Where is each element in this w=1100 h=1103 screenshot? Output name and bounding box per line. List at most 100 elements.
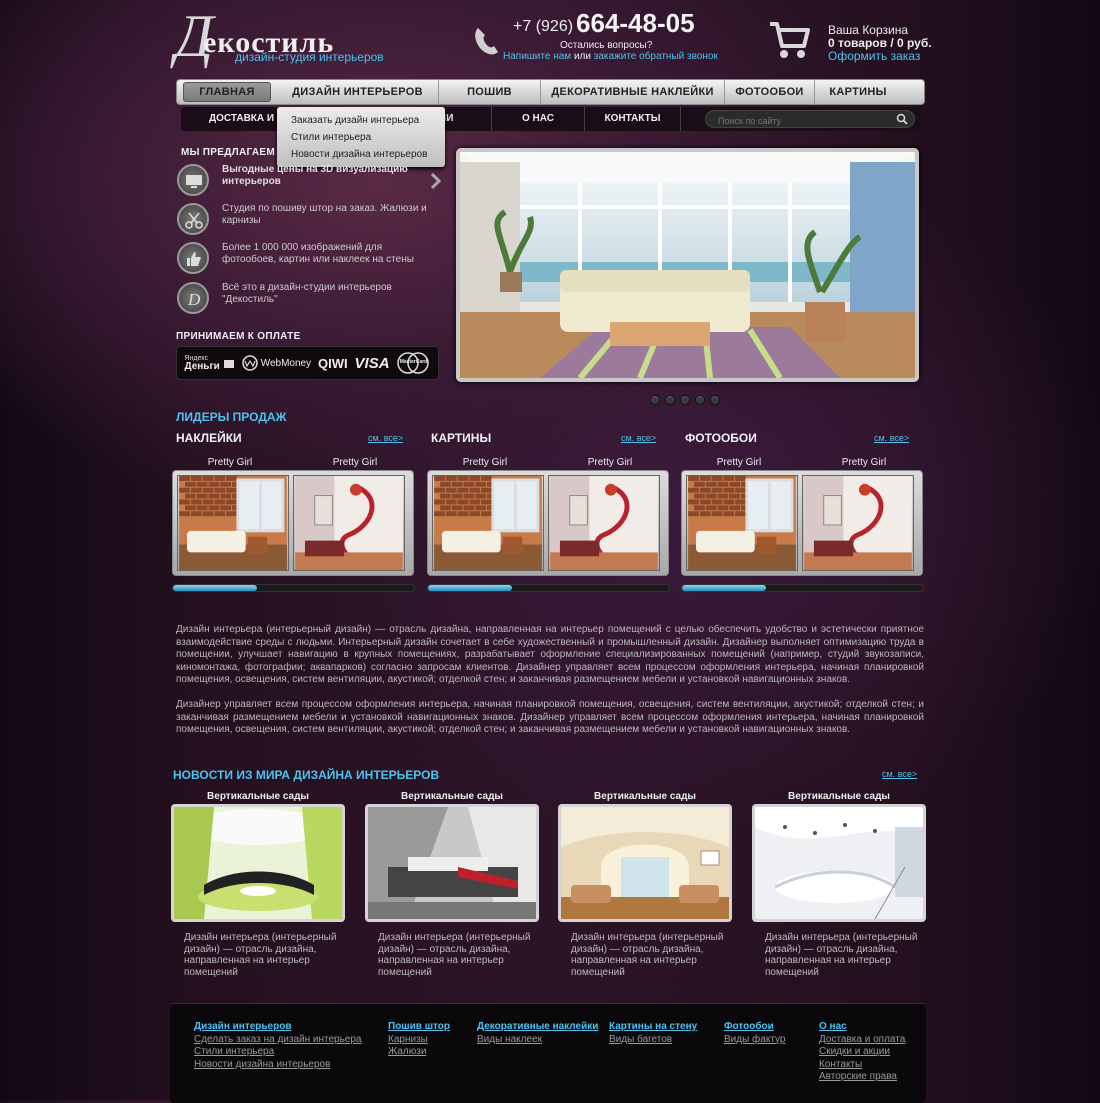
offer-item[interactable]: Выгодные цены на 3D визуализацию интерье… [177, 164, 427, 198]
cart-icon[interactable] [768, 20, 812, 60]
product-card[interactable] [432, 475, 544, 571]
news-excerpt: Дизайн интерьера (интерьерный дизайн) — … [571, 932, 724, 978]
qiwi-logo: QIWI [318, 355, 348, 371]
screen-icon [177, 164, 209, 196]
leader-category-title: КАРТИНЫ [431, 431, 492, 445]
footer-heading-link[interactable]: Декоративные наклейки [477, 1021, 598, 1034]
contact-links: Напишите нам или закажите обратный звоно… [503, 51, 718, 62]
product-card[interactable] [802, 475, 914, 571]
nav-stickers[interactable]: ДЕКОРАТИВНЫЕ НАКЛЕЙКИ [541, 79, 725, 105]
carousel-scrollbar[interactable] [681, 584, 924, 592]
product-caption: Pretty Girl [587, 457, 633, 468]
brand-d-icon: D [177, 282, 209, 314]
nav-contacts[interactable]: КОНТАКТЫ [585, 107, 681, 131]
globe-icon [241, 355, 258, 371]
leaders-see-all-link[interactable]: см. все> [621, 433, 656, 443]
scissors-icon [177, 203, 209, 235]
news-see-all-link[interactable]: см. все> [882, 769, 917, 779]
search-input[interactable] [706, 113, 886, 129]
footer-heading-link[interactable]: О нас [819, 1021, 905, 1034]
footer-link[interactable]: Виды наклеек [477, 1034, 598, 1047]
nav-home[interactable]: ГЛАВНАЯ [183, 82, 271, 102]
nav-about[interactable]: О НАС [492, 107, 585, 131]
leader-category-title: ФОТООБОИ [685, 431, 757, 445]
footer-heading-link[interactable]: Пошив штор [388, 1021, 450, 1034]
news-image[interactable] [171, 804, 345, 922]
search-icon[interactable] [896, 113, 908, 125]
phone-question: Остались вопросы? [560, 40, 653, 51]
footer-link[interactable]: Сделать заказ на дизайн интерьера [194, 1034, 362, 1047]
footer-column: Картины на стену Виды багетов [609, 1021, 697, 1046]
footer-link[interactable]: Стили интерьера [194, 1046, 362, 1059]
footer-heading-link[interactable]: Фотообои [724, 1021, 785, 1034]
news-caption: Вертикальные сады [207, 791, 309, 802]
news-caption: Вертикальные сады [401, 791, 503, 802]
footer-link[interactable]: Виды багетов [609, 1034, 697, 1047]
product-carousel [681, 470, 923, 576]
offer-item[interactable]: Студия по пошиву штор на заказ. Жалюзи и… [177, 203, 427, 237]
offer-item[interactable]: D Всё это в дизайн-студии интерьеров "Де… [177, 282, 427, 316]
news-excerpt: Дизайн интерьера (интерьерный дизайн) — … [184, 932, 337, 978]
slider-dot[interactable] [650, 395, 660, 405]
nav-wallpapers[interactable]: ФОТООБОИ [725, 79, 815, 105]
callback-link[interactable]: закажите обратный звонок [594, 51, 718, 62]
offer-item[interactable]: Более 1 000 000 изображений для фотообое… [177, 242, 427, 276]
slider-dot[interactable] [665, 395, 675, 405]
leaders-see-all-link[interactable]: см. все> [368, 433, 403, 443]
footer-link[interactable]: Жалюзи [388, 1046, 450, 1059]
offer-text: Студия по пошиву штор на заказ. Жалюзи и… [222, 203, 427, 226]
product-image [802, 475, 914, 571]
hero-slider[interactable] [456, 148, 919, 382]
product-card[interactable] [548, 475, 660, 571]
news-image[interactable] [558, 804, 732, 922]
footer-link[interactable]: Виды фактур [724, 1034, 785, 1047]
leaders-title: ЛИДЕРЫ ПРОДАЖ [176, 410, 287, 424]
footer-heading-link[interactable]: Дизайн интерьеров [194, 1021, 362, 1034]
product-caption: Pretty Girl [332, 457, 378, 468]
product-carousel [427, 470, 669, 576]
product-card[interactable] [686, 475, 798, 571]
nav-promotions[interactable]: ИИ [439, 107, 492, 131]
phone-prefix: +7 (926) [513, 18, 574, 35]
leaders-see-all-link[interactable]: см. все> [874, 433, 909, 443]
footer-column: Фотообои Виды фактур [724, 1021, 785, 1046]
nav-interior-design[interactable]: ДИЗАЙН ИНТЕРЬЕРОВ [277, 79, 439, 105]
product-card[interactable] [293, 475, 405, 571]
checkout-link[interactable]: Оформить заказ [828, 49, 920, 63]
slider-dot[interactable] [710, 395, 720, 405]
write-us-link[interactable]: Напишите нам [503, 51, 571, 62]
footer-link[interactable]: Доставка и оплата [819, 1034, 905, 1047]
footer-link[interactable]: Контакты [819, 1059, 905, 1072]
product-card[interactable] [177, 475, 289, 571]
phone-number: 664-48-05 [576, 8, 695, 38]
news-caption: Вертикальные сады [788, 791, 890, 802]
product-image [293, 475, 405, 571]
logo-subtitle: дизайн-студия интерьеров [235, 50, 384, 64]
nav-paintings[interactable]: КАРТИНЫ [815, 79, 901, 105]
product-caption: Pretty Girl [207, 457, 253, 468]
wallet-icon [223, 360, 234, 368]
dropdown-design-news[interactable]: Новости дизайна интерьеров [277, 146, 445, 163]
slider-dot[interactable] [680, 395, 690, 405]
dropdown-interior-styles[interactable]: Стили интерьера [277, 129, 445, 146]
footer-link[interactable]: Авторские права [819, 1071, 905, 1084]
yandex-money-logo: Яндекс Деньги [184, 355, 234, 372]
news-image[interactable] [752, 804, 926, 922]
carousel-scrollbar[interactable] [427, 584, 670, 592]
chevron-right-icon[interactable] [430, 172, 442, 190]
footer-link[interactable]: Скидки и акции [819, 1046, 905, 1059]
dropdown-order-design[interactable]: Заказать дизайн интерьера [277, 112, 445, 129]
footer-heading-link[interactable]: Картины на стену [609, 1021, 697, 1034]
product-image [432, 475, 544, 571]
news-image[interactable] [365, 804, 539, 922]
carousel-scrollbar[interactable] [172, 584, 415, 592]
news-excerpt: Дизайн интерьера (интерьерный дизайн) — … [765, 932, 918, 978]
footer-link[interactable]: Карнизы [388, 1034, 450, 1047]
footer-column: Дизайн интерьеров Сделать заказ на дизайн… [194, 1021, 362, 1071]
slider-dot[interactable] [695, 395, 705, 405]
site-logo[interactable]: Д екостиль дизайн-студия интерьеров [175, 6, 385, 68]
offer-text: Выгодные цены на 3D визуализацию интерье… [222, 164, 408, 187]
payment-title: ПРИНИМАЕМ К ОПЛАТЕ [176, 331, 301, 342]
nav-curtains[interactable]: ПОШИВ ШТОР [439, 79, 541, 124]
footer-link[interactable]: Новости дизайна интерьеров [194, 1059, 362, 1072]
